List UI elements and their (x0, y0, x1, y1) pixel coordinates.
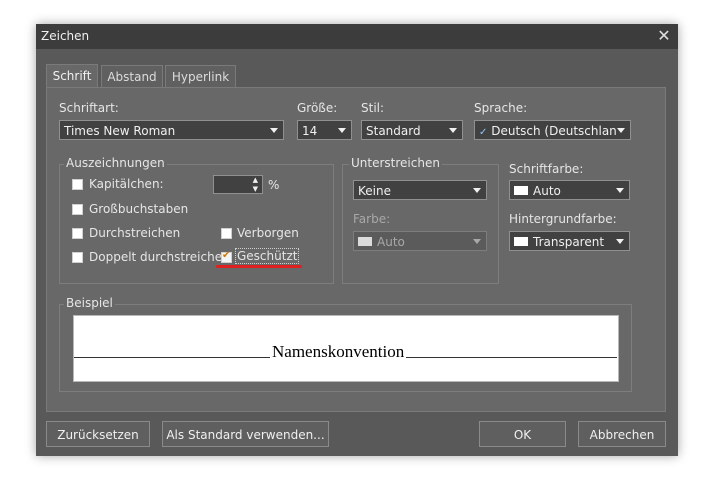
set-default-label: Als Standard verwenden... (166, 428, 325, 442)
chevron-down-icon (473, 188, 481, 193)
tab-abstand[interactable]: Abstand (101, 65, 163, 88)
font-color-value: Auto (533, 184, 561, 198)
font-style-value: Standard (366, 124, 421, 138)
underline-color-value: Auto (377, 235, 405, 249)
font-style-combo[interactable]: Standard (361, 120, 463, 140)
ok-label: OK (513, 428, 532, 442)
chevron-down-icon (616, 239, 624, 244)
grossbuchstaben-label: Großbuchstaben (89, 202, 189, 216)
cancel-label: Abbrechen (589, 428, 655, 442)
preview-text: Namenskonvention (270, 342, 407, 362)
durchstreichen-checkbox[interactable] (72, 228, 83, 239)
kapitaelchen-checkbox[interactable] (72, 179, 83, 190)
effects-group-label: Auszeichnungen (64, 156, 167, 170)
title-bar: Zeichen ✕ (36, 24, 678, 49)
font-style-label: Stil: (361, 101, 385, 115)
font-size-value: 14 (302, 124, 318, 138)
check-icon: ✔ (222, 250, 231, 261)
font-size-label: Größe: (297, 101, 338, 115)
bg-color-value: Transparent (533, 235, 605, 249)
spin-icon[interactable]: ▲ ▼ (253, 176, 258, 193)
underline-color-label: Farbe: (353, 212, 391, 226)
doppelt-label: Doppelt durchstreichen (89, 250, 230, 264)
underline-combo[interactable]: Keine (353, 180, 487, 200)
language-combo[interactable]: ✓ Deutsch (Deutschlan (474, 120, 631, 140)
preview-group-label: Beispiel (64, 296, 115, 310)
grossbuchstaben-checkbox[interactable] (72, 204, 83, 215)
language-value: Deutsch (Deutschlan (491, 124, 617, 138)
reset-button[interactable]: Zurücksetzen (46, 421, 150, 447)
tab-hyperlink[interactable]: Hyperlink (165, 65, 236, 88)
chevron-down-icon (449, 128, 457, 133)
font-size-combo[interactable]: 14 (297, 120, 352, 140)
durchstreichen-label: Durchstreichen (89, 226, 181, 240)
percent-label: % (268, 178, 280, 192)
underline-group-label: Unterstreichen (349, 156, 442, 170)
bg-color-combo[interactable]: Transparent (509, 231, 630, 251)
doppelt-checkbox[interactable] (72, 252, 83, 263)
annotation-underline (216, 265, 302, 268)
geschuetzt-label: Geschützt (235, 248, 300, 264)
chevron-down-icon (270, 128, 278, 133)
underline-value: Keine (358, 184, 391, 198)
bg-color-label: Hintergrundfarbe: (509, 212, 617, 226)
close-icon[interactable]: ✕ (654, 26, 674, 46)
dialog-title: Zeichen (41, 29, 90, 43)
color-swatch (514, 237, 528, 246)
cancel-button[interactable]: Abbrechen (578, 421, 666, 447)
font-name-label: Schriftart: (59, 101, 119, 115)
character-dialog: Zeichen ✕ Schrift Abstand Hyperlink Schr… (36, 24, 678, 456)
kapitaelchen-spinner[interactable]: ▲ ▼ (213, 175, 263, 194)
font-color-label: Schriftfarbe: (509, 162, 584, 176)
underline-color-combo[interactable]: Auto (353, 231, 487, 251)
ok-button[interactable]: OK (479, 421, 566, 447)
font-name-combo[interactable]: Times New Roman (59, 120, 284, 140)
language-label: Sprache: (474, 101, 528, 115)
set-default-button[interactable]: Als Standard verwenden... (162, 421, 329, 447)
verborgen-checkbox[interactable] (221, 228, 232, 239)
spellcheck-icon: ✓ (479, 127, 488, 138)
geschuetzt-checkbox[interactable]: ✔ (221, 250, 232, 263)
chevron-down-icon (617, 128, 625, 133)
chevron-down-icon (616, 188, 624, 193)
reset-label: Zurücksetzen (57, 428, 139, 442)
font-color-combo[interactable]: Auto (509, 180, 630, 200)
font-name-value: Times New Roman (64, 124, 176, 138)
chevron-down-icon (473, 239, 481, 244)
kapitaelchen-label: Kapitälchen: (89, 177, 164, 191)
color-swatch (358, 237, 372, 246)
verborgen-label: Verborgen (237, 226, 299, 240)
color-swatch (514, 186, 528, 195)
chevron-down-icon (338, 128, 346, 133)
tab-schrift[interactable]: Schrift (46, 64, 98, 88)
